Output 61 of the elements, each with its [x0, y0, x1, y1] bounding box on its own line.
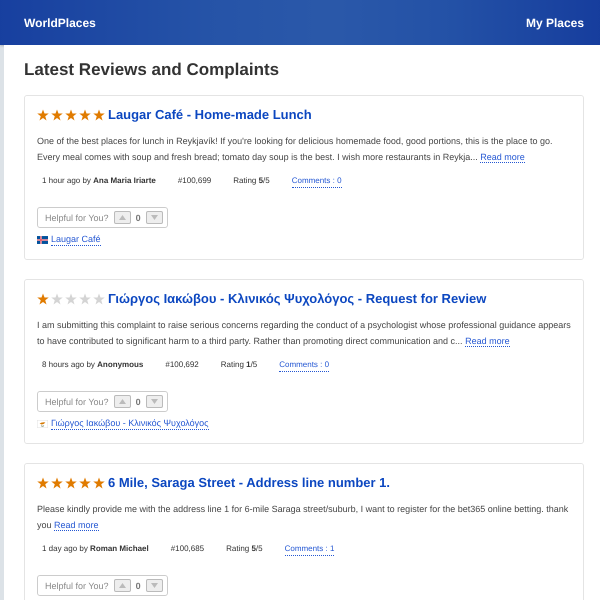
empty-star-icon	[65, 293, 77, 305]
downvote-button[interactable]	[146, 579, 163, 592]
star-icon	[93, 109, 105, 121]
place-link[interactable]: Γιώργος Ιακώβου - Κλινικός Ψυχολόγος	[51, 417, 208, 430]
down-triangle-icon	[150, 399, 158, 404]
comments-link[interactable]: Comments : 0	[279, 359, 330, 372]
downvote-button[interactable]	[146, 211, 163, 224]
review-title-link[interactable]: Γιώργος Ιακώβου - Κλινικός Ψυχολόγος - Request for Review	[108, 291, 486, 307]
star-icon	[51, 109, 63, 121]
empty-star-icon	[51, 293, 63, 305]
review-title-link[interactable]: 6 Mile, Saraga Street - Address line number 1.	[108, 475, 390, 491]
posted-info: 1 hour ago by Ana Maria Iriarte	[42, 175, 156, 187]
rating-text: Rating 5/5	[233, 175, 270, 187]
helpful-label: Helpful for You?	[45, 212, 109, 222]
nav-link[interactable]: My Places	[526, 16, 584, 30]
vote-count: 0	[136, 396, 141, 406]
upvote-button[interactable]	[114, 395, 131, 408]
star-icon	[37, 293, 49, 305]
place-link[interactable]: Laugar Café	[51, 233, 101, 246]
rating-text: Rating 5/5	[226, 543, 263, 555]
flag-icon	[37, 236, 48, 244]
review-title-link[interactable]: Laugar Café - Home-made Lunch	[108, 107, 312, 123]
vote-count: 0	[136, 580, 141, 590]
read-more-link[interactable]: Read more	[480, 152, 525, 163]
upvote-button[interactable]	[114, 211, 131, 224]
up-triangle-icon	[118, 583, 126, 588]
vote-count: 0	[136, 212, 141, 222]
review-id: #100,699	[178, 175, 212, 187]
upvote-button[interactable]	[114, 579, 131, 592]
brand-link[interactable]: WorldPlaces	[24, 16, 96, 30]
page-title: Latest Reviews and Complaints	[24, 59, 280, 81]
star-icon	[51, 477, 63, 489]
read-more-link[interactable]: Read more	[465, 336, 510, 347]
helpful-label: Helpful for You?	[45, 396, 109, 406]
downvote-button[interactable]	[146, 395, 163, 408]
up-triangle-icon	[118, 399, 126, 404]
empty-star-icon	[93, 293, 105, 305]
comments-link[interactable]: Comments : 0	[292, 175, 342, 188]
down-triangle-icon	[150, 215, 158, 220]
review-id: #100,685	[170, 543, 204, 555]
up-triangle-icon	[118, 215, 126, 220]
star-icon	[37, 477, 49, 489]
star-icon	[65, 109, 77, 121]
review-id: #100,692	[165, 359, 199, 371]
star-icon	[65, 477, 77, 489]
helpful-label: Helpful for You?	[45, 580, 109, 590]
posted-info: 1 day ago by Roman Michael	[42, 543, 149, 555]
star-icon	[79, 109, 91, 121]
comments-link[interactable]: Comments : 1	[284, 543, 334, 556]
star-icon	[37, 109, 49, 121]
review-excerpt: One of the best places for lunch in Reykjavík! If you're looking for delicious homemade food, good portions, this is the place to go. Every meal comes with soup and fresh bread; tomato day soup is the best. I wish more restaurants in Reykja... Read more	[37, 135, 554, 165]
review-excerpt: I am submitting this complaint to raise serious concerns regarding the conduct of a psychologist whose professional guidance appears to have contributed to significant harm to a third party. Rather than promoting direct communication and c... Read more	[37, 319, 571, 349]
down-triangle-icon	[150, 583, 158, 588]
posted-info: 8 hours ago by Anonymous	[42, 359, 144, 371]
star-icon	[79, 477, 91, 489]
review-excerpt: Please kindly provide me with the address line 1 for 6-mile Saraga street/suburb, I want to register for the bet365 online betting. thank you Read more	[37, 503, 570, 533]
empty-star-icon	[79, 293, 91, 305]
flag-icon	[37, 420, 48, 428]
read-more-link[interactable]: Read more	[54, 520, 99, 531]
star-icon	[93, 477, 105, 489]
rating-text: Rating 1/5	[220, 359, 258, 371]
